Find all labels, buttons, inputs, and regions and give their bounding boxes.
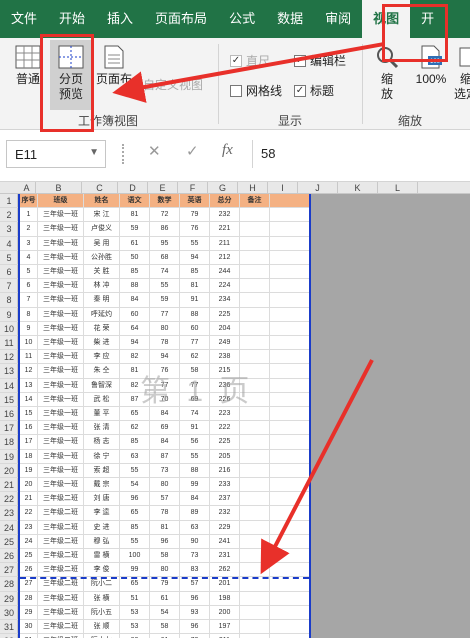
annotation-arrows	[112, 42, 385, 575]
arrow-to-page-break	[260, 359, 374, 575]
arrow-to-page-break-preview	[112, 42, 385, 103]
